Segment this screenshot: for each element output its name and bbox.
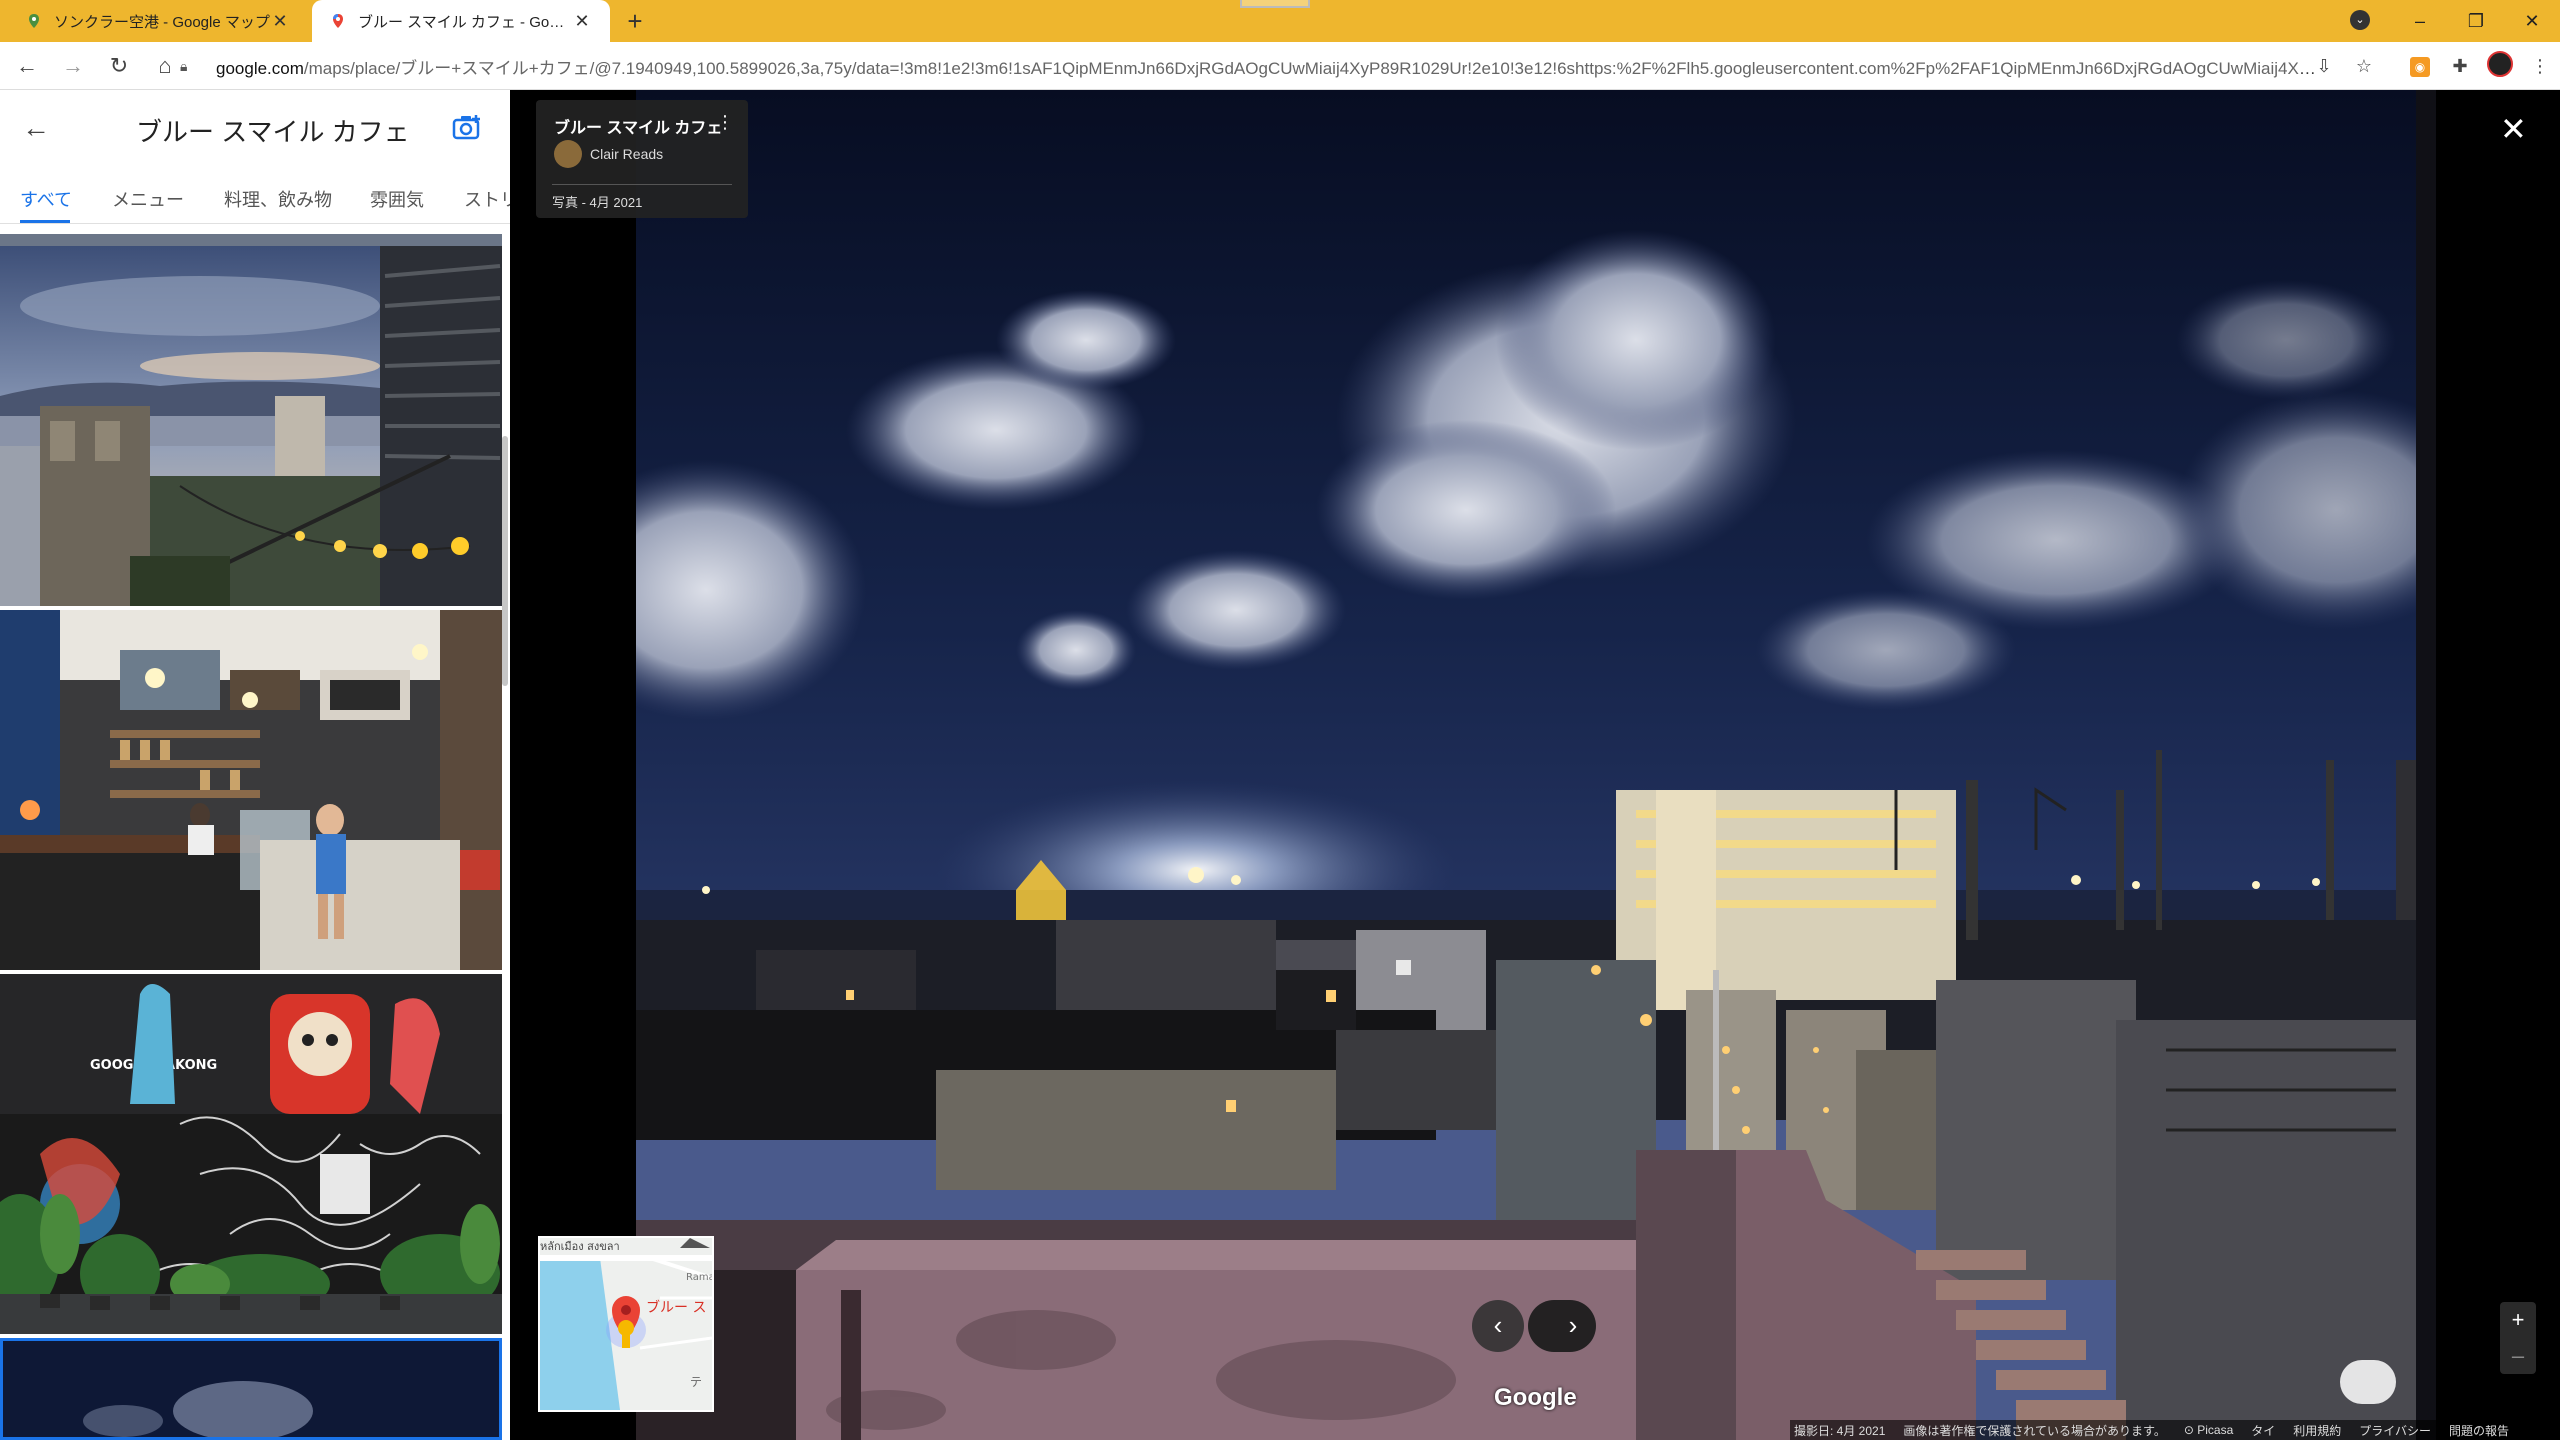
close-window-icon[interactable]: ✕ [2504, 11, 2560, 32]
report-problem-link[interactable]: 問題の報告 [2449, 1422, 2509, 1439]
close-viewer-icon[interactable]: ✕ [2500, 110, 2527, 148]
next-photo-button[interactable]: › [1528, 1300, 1596, 1352]
active-tab-underline [20, 220, 70, 223]
extensions-puzzle-icon[interactable]: ✚ [2440, 56, 2480, 77]
install-app-icon[interactable]: ⇩ [2304, 56, 2344, 77]
panel-title: ブルー スマイル カフェ [136, 117, 410, 147]
google-logo: Google [1494, 1384, 1577, 1411]
main-photo[interactable] [636, 90, 2436, 1440]
maps-pin-icon [330, 13, 346, 29]
back-icon[interactable]: ← [8, 47, 46, 85]
home-icon[interactable]: ⌂ [146, 47, 184, 85]
tab-menu[interactable]: メニュー [112, 186, 184, 212]
minimize-icon[interactable]: – [2392, 11, 2448, 32]
previous-photo-button[interactable]: ‹ [1472, 1300, 1524, 1352]
chat-bubble-icon[interactable] [2340, 1360, 2396, 1404]
author-name[interactable]: Clair Reads [590, 146, 663, 162]
info-place-name[interactable]: ブルー スマイル カフェ [554, 114, 722, 138]
browser-tab-blue-smile-cafe[interactable]: ブルー スマイル カフェ - Google マップ ✕ [312, 0, 610, 42]
photo-thumbnail[interactable]: GOOGLE BAKONG [0, 974, 502, 1334]
photo-thumbnail[interactable] [0, 234, 502, 246]
photo-thumbnail[interactable] [0, 610, 502, 970]
url-host: google.com [216, 58, 304, 78]
reload-icon[interactable]: ↻ [100, 47, 138, 85]
back-arrow-icon[interactable]: ← [22, 112, 50, 144]
region-link[interactable]: タイ [2251, 1422, 2275, 1439]
profile-avatar-icon[interactable] [2480, 50, 2520, 82]
copyright-notice: 画像は著作権で保護されている場合があります。 [1903, 1423, 2166, 1438]
tab-street-view[interactable]: ストリ [464, 186, 510, 212]
photo-category-tabs: すべて メニュー 料理、飲み物 雰囲気 ストリ [0, 170, 510, 224]
tab-search-icon[interactable]: ⌄ [2350, 10, 2370, 30]
tab-vibe[interactable]: 雰囲気 [370, 186, 424, 212]
more-options-icon[interactable]: ⋮ [716, 112, 734, 133]
tab-title: ソンクラー空港 - Google マップ [54, 13, 270, 31]
photo-info-card: ブルー スマイル カフェ ⋮ Clair Reads 写真 - 4月 2021 [536, 100, 748, 218]
toolbar-actions: ⇩ ☆ ◉ ✚ ⋮ [2304, 42, 2560, 90]
photo-thumbnail-selected[interactable] [0, 1338, 502, 1440]
browser-tab-bar: ソンクラー空港 - Google マップ ✕ ブルー スマイル カフェ - Go… [0, 0, 2560, 42]
panel-header: ← ブルー スマイル カフェ [0, 90, 510, 170]
viewer-footer: 撮影日: 4月 2021 画像は著作権で保護されている場合があります。 ⊙ Pi… [1790, 1420, 2560, 1440]
maps-pin-icon [26, 13, 42, 29]
photo-date: 写真 - 4月 2021 [552, 195, 643, 210]
browser-tab-songkhla[interactable]: ソンクラー空港 - Google マップ ✕ [8, 0, 308, 42]
photo-nav-arrows: ‹ › [1472, 1300, 1596, 1352]
minimap-road-label: Rama [686, 1272, 712, 1283]
add-photo-icon[interactable] [452, 114, 482, 140]
tab-food-drink[interactable]: 料理、飲み物 [224, 186, 332, 212]
lock-icon[interactable]: 🔒︎ [180, 58, 202, 75]
browser-toolbar: ← → ↻ ⌂ 🔒︎ google.com/maps/place/ブルー+スマイ… [0, 42, 2560, 90]
minimap-pin-label: ブルー ス [646, 1299, 706, 1316]
panel-scrollbar[interactable] [502, 436, 508, 686]
info-divider [552, 184, 732, 185]
forward-icon[interactable]: → [54, 47, 92, 85]
zoom-out-icon[interactable]: – [2500, 1338, 2536, 1374]
tab-title: ブルー スマイル カフェ - Google マップ [358, 13, 572, 31]
minimap-street-label: หลักเมือง สงขลา [540, 1240, 620, 1253]
tab-search-indicator [1240, 0, 1310, 8]
zoom-controls: + – [2500, 1302, 2536, 1374]
rss-extension-icon[interactable]: ◉ [2400, 55, 2440, 77]
terms-link[interactable]: 利用規約 [2293, 1422, 2341, 1439]
photo-thumbnail[interactable] [0, 246, 502, 606]
zoom-in-icon[interactable]: + [2500, 1302, 2536, 1338]
restore-icon[interactable]: ❐ [2448, 11, 2504, 32]
url-path: /maps/place/ブルー+スマイル+カフェ/@7.1940949,100.… [303, 58, 2320, 78]
tab-all[interactable]: すべて [20, 186, 72, 212]
picasa-link[interactable]: ⊙ Picasa [2184, 1423, 2233, 1437]
photo-panel: ← ブルー スマイル カフェ すべて メニュー 料理、飲み物 雰囲気 ストリ [0, 90, 510, 1440]
privacy-link[interactable]: プライバシー [2359, 1422, 2431, 1439]
address-bar[interactable]: 🔒︎ google.com/maps/place/ブルー+スマイル+カフェ/@7… [180, 48, 2320, 84]
author-avatar[interactable] [554, 140, 582, 168]
bookmark-star-icon[interactable]: ☆ [2344, 56, 2384, 77]
new-tab-button[interactable]: + [620, 6, 650, 36]
capture-date: 撮影日: 4月 2021 [1794, 1423, 1886, 1438]
tab-close-icon[interactable]: ✕ [572, 11, 592, 32]
window-controls: – ❐ ✕ [2392, 0, 2560, 42]
browser-menu-icon[interactable]: ⋮ [2520, 56, 2560, 77]
tab-close-icon[interactable]: ✕ [270, 11, 290, 32]
minimap-letter: テ [690, 1375, 702, 1389]
location-minimap[interactable]: หลักเมือง สงขลา Rama テ ブルー ス [538, 1236, 714, 1412]
